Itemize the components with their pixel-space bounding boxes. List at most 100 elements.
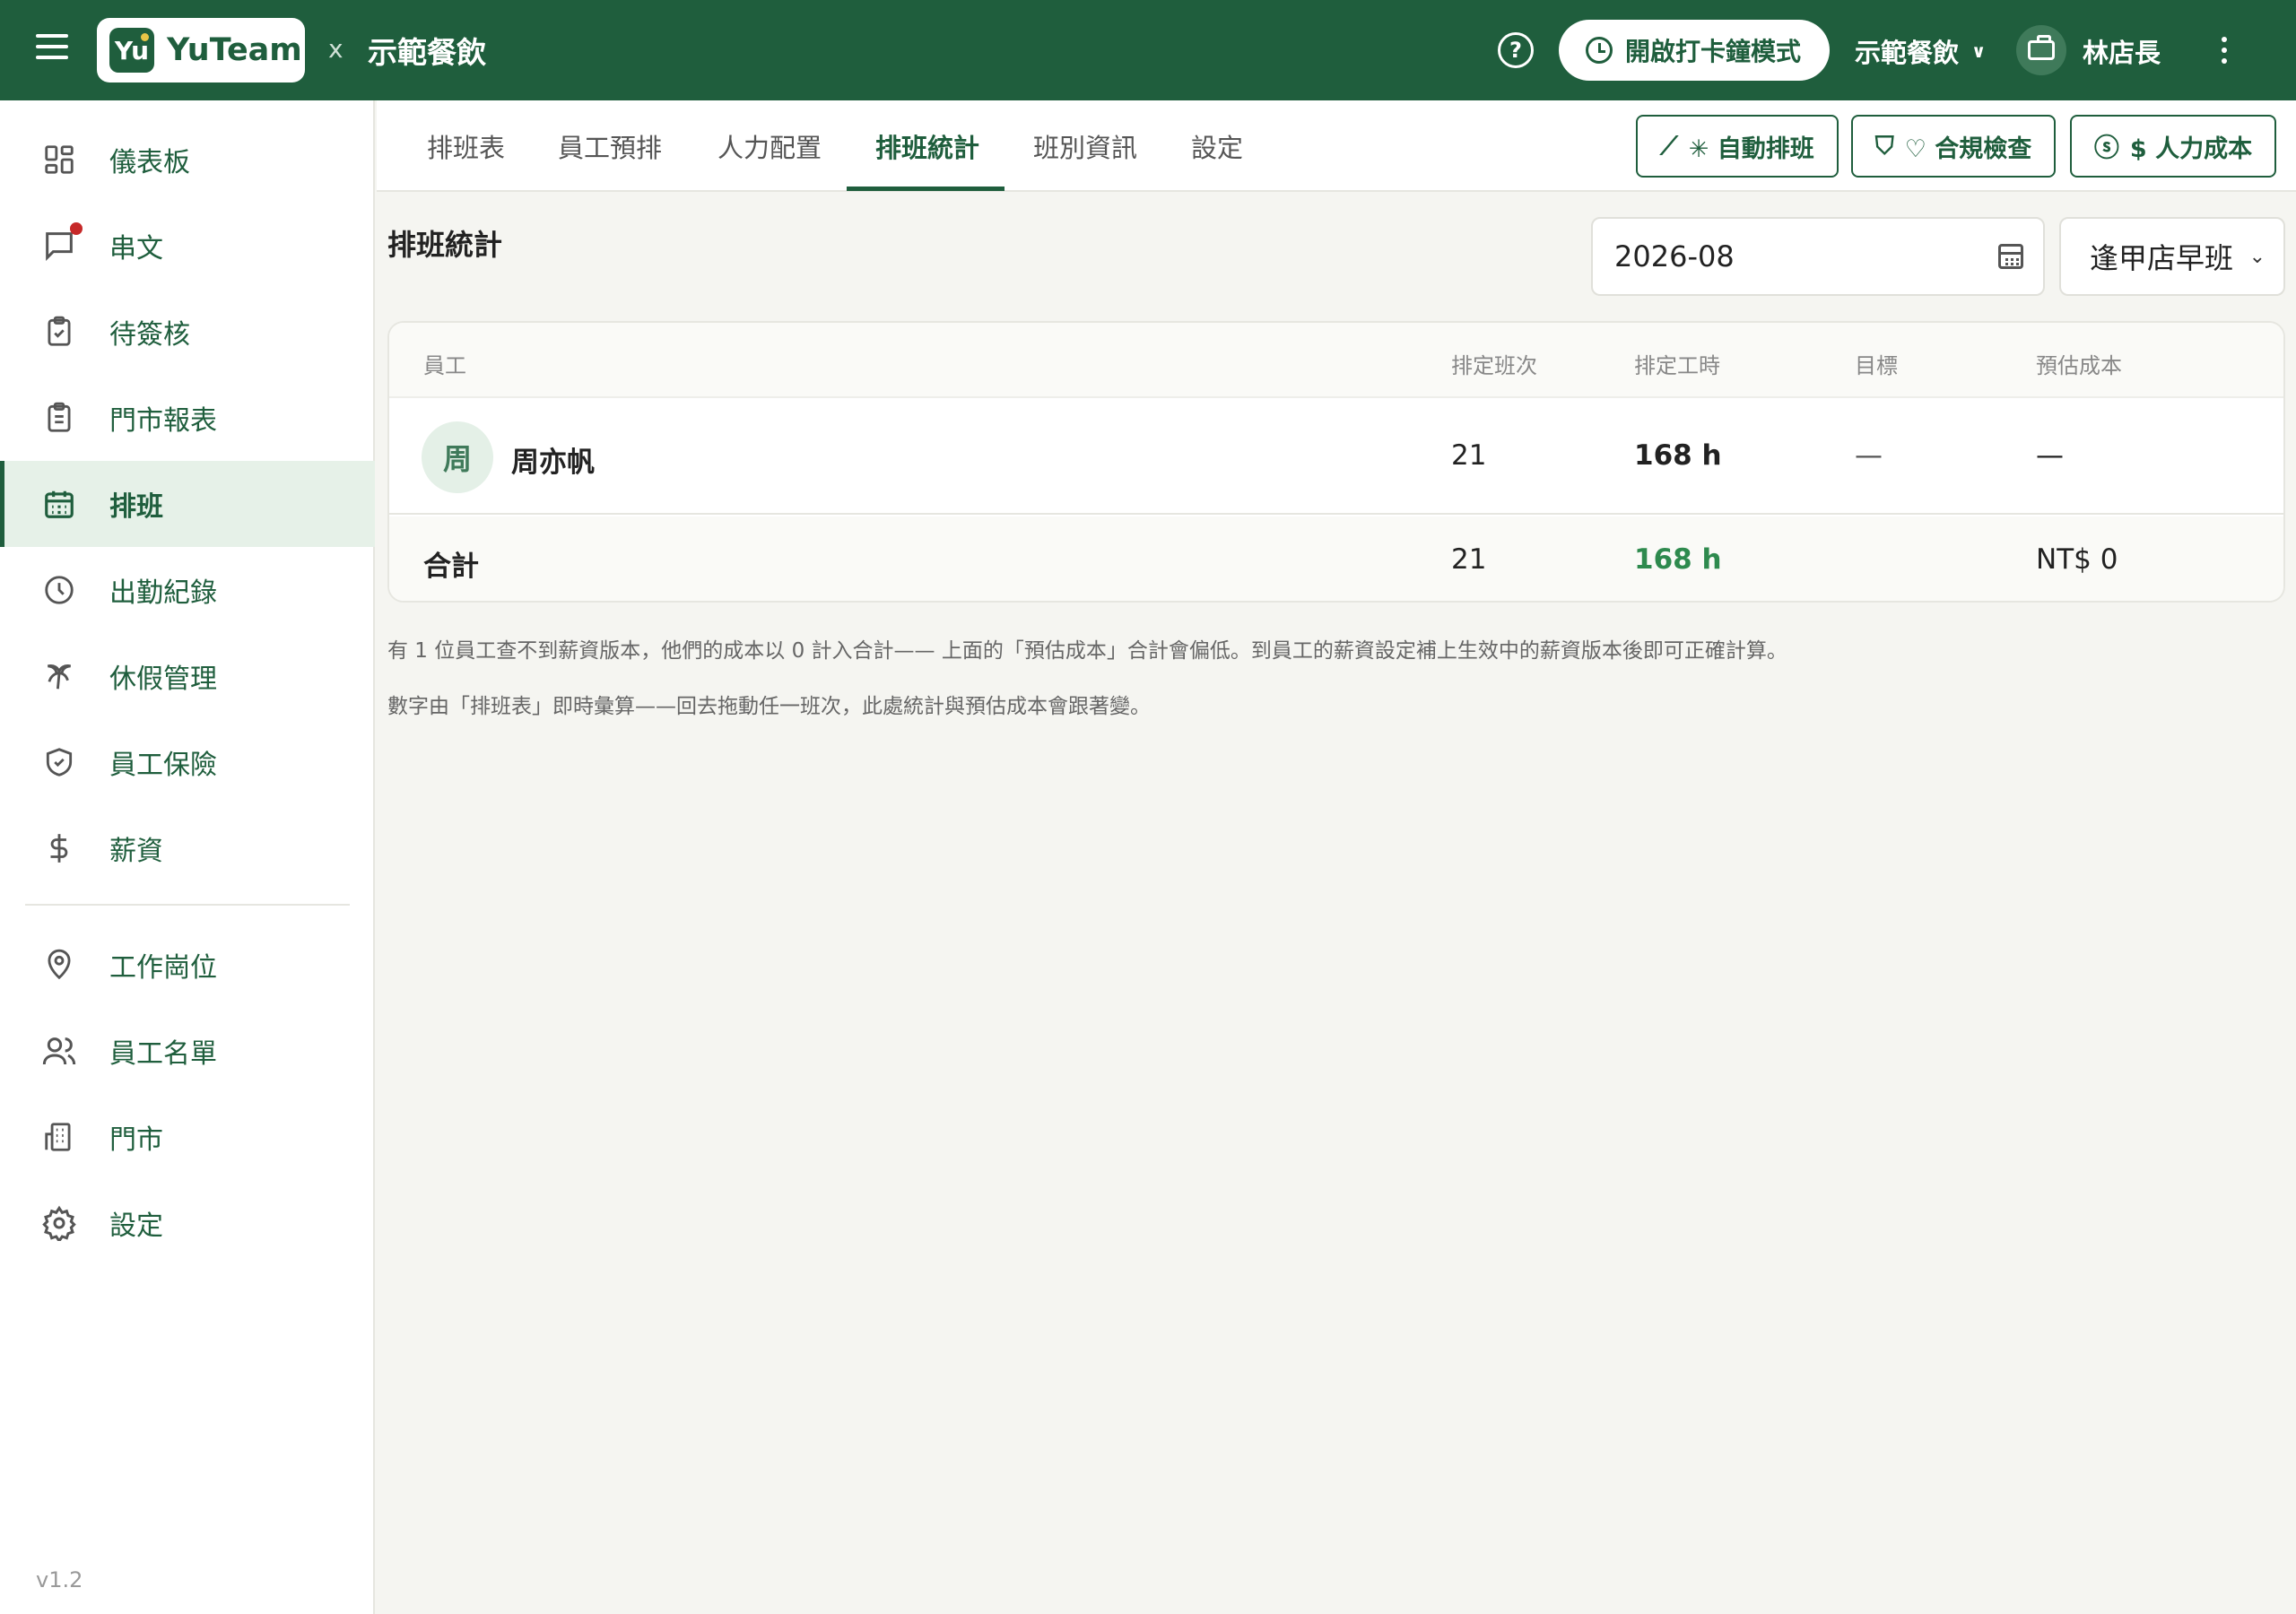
dollar-circle-icon: ⓢ [2093,133,2119,162]
shield-check-icon: ⛉ [1874,131,1894,161]
chevron-down-icon: ⌄ [2248,245,2266,268]
building-icon [41,1119,77,1155]
tab-pre-schedule[interactable]: 員工預排 [558,127,662,165]
shifts-value: 21 [1451,439,1487,472]
magic-wand-icon: ⟋ [1660,131,1678,161]
sidebar-item-label: 薪資 [109,836,163,867]
employee-avatar: 周 [422,421,493,493]
sidebar-item-stores[interactable]: 門市 [0,1094,375,1180]
sidebar-item-label: 串文 [109,233,163,265]
clock-icon [41,572,77,608]
app-version: v1.2 [36,1567,83,1592]
tab-schedule[interactable]: 排班表 [427,127,505,165]
total-label: 合計 [423,551,479,583]
clock-mode-label: 開啟打卡鐘模式 [1625,37,1802,66]
help-icon[interactable]: ? [1498,32,1534,68]
notification-dot [70,222,83,235]
sidebar-item-label: 設定 [109,1210,163,1242]
sidebar-item-dashboard[interactable]: 儀表板 [0,117,375,203]
sidebar-item-label: 待簽核 [109,319,190,351]
auto-schedule-label: ✳ 自動排班 [1688,134,1814,163]
total-shifts: 21 [1451,543,1487,576]
column-header-hours: 排定工時 [1634,353,1720,378]
map-pin-icon [41,947,77,983]
sidebar-item-label: 門市 [109,1124,163,1156]
table-header: 員工 排定班次 排定工時 目標 預估成本 [389,323,2283,398]
org-selector[interactable]: 示範餐飲 ∨ [1855,32,1986,70]
top-bar: Yu YuTeam x 示範餐飲 ? 開啟打卡鐘模式 示範餐飲 ∨ 林店長 [0,0,2296,100]
missing-salary-note: 有 1 位員工查不到薪資版本，他們的成本以 0 計入合計—— 上面的「預估成本」… [387,639,1787,663]
shift-selector[interactable]: 逢甲店早班 ⌄ [2059,217,2285,296]
clipboard-check-icon [41,314,77,350]
compliance-check-button[interactable]: ⛉ ♡ 合規檢查 [1851,115,2056,178]
column-header-target: 目標 [1855,353,1898,378]
clock-icon [1586,37,1613,64]
sidebar-item-attendance[interactable]: 出勤紀錄 [0,547,375,633]
employee-name: 周亦帆 [511,447,595,479]
sidebar: 儀表板 串文 待簽核 門市報表 排班 出勤紀錄 休假管理 員工保險 薪資 工作崗… [0,100,375,1614]
target-value: — [1855,439,1883,472]
total-cost: NT$ 0 [2036,543,2118,576]
sidebar-item-label: 出勤紀錄 [109,577,217,609]
shift-value: 逢甲店早班 [2090,241,2234,275]
statistics-table: 員工 排定班次 排定工時 目標 預估成本 周 周亦帆 21 168 h — — … [387,321,2285,603]
compliance-check-label: ♡ 合規檢查 [1904,134,2032,163]
tab-staffing[interactable]: 人力配置 [718,127,822,165]
calendar-icon [41,486,77,522]
shield-icon [41,744,77,780]
header-separator: x [328,34,344,64]
sidebar-item-label: 員工保險 [109,750,217,781]
live-calculation-note: 數字由「排班表」即時彙算——回去拖動任一班次，此處統計與預估成本會跟著變。 [387,695,1151,718]
sidebar-item-label: 員工名單 [109,1038,217,1070]
sidebar-item-leave[interactable]: 休假管理 [0,633,375,719]
sidebar-divider [25,904,350,906]
tab-settings[interactable]: 設定 [1191,127,1243,165]
sidebar-item-payroll[interactable]: 薪資 [0,805,375,891]
user-avatar[interactable] [2016,25,2066,75]
hours-value: 168 h [1634,439,1722,472]
sidebar-item-label: 工作崗位 [109,952,217,984]
sidebar-item-settings[interactable]: 設定 [0,1180,375,1266]
column-header-cost: 預估成本 [2036,353,2122,378]
org-selector-label: 示範餐飲 [1855,38,1960,68]
page-title: 排班統計 [387,228,503,262]
sidebar-item-posts[interactable]: 串文 [0,203,375,289]
chevron-down-icon: ∨ [1971,40,1987,62]
sidebar-item-label: 門市報表 [109,405,217,437]
sidebar-item-label: 排班 [109,491,163,523]
sidebar-item-approvals[interactable]: 待簽核 [0,289,375,375]
dollar-icon [41,830,77,866]
app-logo[interactable]: Yu YuTeam [97,18,305,82]
sidebar-item-label: 休假管理 [109,664,217,695]
sidebar-item-employees[interactable]: 員工名單 [0,1008,375,1094]
labor-cost-button[interactable]: ⓢ $ 人力成本 [2070,115,2276,178]
auto-schedule-button[interactable]: ⟋ ✳ 自動排班 [1636,115,1839,178]
column-header-employee: 員工 [423,353,466,378]
sidebar-item-insurance[interactable]: 員工保險 [0,719,375,805]
logo-text: YuTeam [167,32,302,68]
user-name[interactable]: 林店長 [2083,32,2161,70]
tab-statistics[interactable]: 排班統計 [875,127,979,165]
tab-shift-info[interactable]: 班別資訊 [1033,127,1137,165]
table-row[interactable]: 周 周亦帆 21 168 h — — [389,400,2283,515]
sidebar-item-schedule[interactable]: 排班 [0,461,375,547]
labor-cost-label: $ 人力成本 [2129,134,2253,163]
more-options-icon[interactable] [2215,34,2233,66]
sidebar-item-positions[interactable]: 工作崗位 [0,922,375,1008]
cost-value: — [2036,439,2064,472]
month-picker[interactable]: 2026-08 [1591,217,2045,296]
tabs-bar: 排班表 員工預排 人力配置 排班統計 班別資訊 設定 ⟋ ✳ 自動排班 ⛉ ♡ … [377,100,2296,192]
briefcase-icon [2028,35,2055,60]
clock-mode-button[interactable]: 開啟打卡鐘模式 [1559,20,1830,81]
users-icon [41,1033,77,1069]
sidebar-item-store-reports[interactable]: 門市報表 [0,375,375,461]
palm-tree-icon [41,658,77,694]
calendar-icon[interactable] [1998,244,2023,269]
logo-badge: Yu [109,28,154,73]
sidebar-item-label: 儀表板 [109,147,190,178]
report-icon [41,400,77,436]
month-value: 2026-08 [1614,239,1735,273]
column-header-shifts: 排定班次 [1451,353,1537,378]
total-row: 合計 21 168 h NT$ 0 [389,516,2283,601]
menu-icon[interactable] [36,34,68,66]
